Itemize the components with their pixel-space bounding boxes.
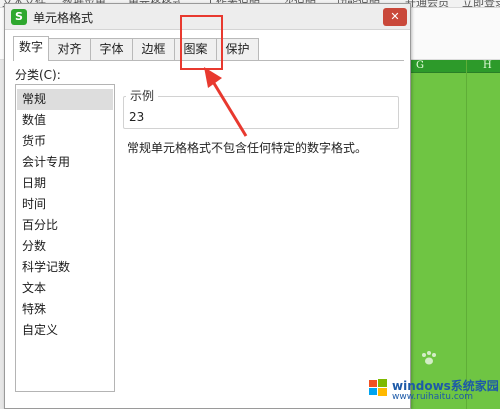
sample-value: 23 bbox=[129, 110, 145, 124]
menu-item[interactable]: 立即登录 bbox=[462, 0, 500, 7]
tab-number[interactable]: 数字 bbox=[13, 36, 49, 61]
wps-app-icon: S bbox=[11, 9, 27, 25]
column-header-g[interactable]: G bbox=[416, 60, 424, 71]
tab-panel-border bbox=[13, 60, 404, 61]
dialog-titlebar[interactable]: S 单元格格式 ✕ bbox=[5, 4, 410, 30]
tab-font[interactable]: 字体 bbox=[90, 38, 133, 60]
category-item-currency[interactable]: 货币 bbox=[17, 131, 113, 152]
category-item-date[interactable]: 日期 bbox=[17, 173, 113, 194]
category-label: 分类(C): bbox=[15, 68, 61, 82]
category-item-percentage[interactable]: 百分比 bbox=[17, 215, 113, 236]
format-cells-dialog: S 单元格格式 ✕ 数字 对齐 字体 边框 图案 保护 分类(C): 常规 数值… bbox=[4, 3, 411, 409]
sample-group bbox=[123, 96, 399, 129]
watermark-url: www.ruihaitu.com bbox=[392, 392, 474, 402]
category-item-special[interactable]: 特殊 bbox=[17, 299, 113, 320]
category-item-number[interactable]: 数值 bbox=[17, 110, 113, 131]
category-item-time[interactable]: 时间 bbox=[17, 194, 113, 215]
category-item-text[interactable]: 文本 bbox=[17, 278, 113, 299]
column-header-bar: G H bbox=[410, 60, 500, 73]
paw-watermark-icon bbox=[422, 351, 436, 365]
category-item-accounting[interactable]: 会计专用 bbox=[17, 152, 113, 173]
tab-pattern[interactable]: 图案 bbox=[174, 38, 217, 60]
sample-legend: 示例 bbox=[126, 87, 159, 104]
category-item-general[interactable]: 常规 bbox=[17, 89, 113, 110]
tab-border[interactable]: 边框 bbox=[132, 38, 175, 60]
category-item-scientific[interactable]: 科学记数 bbox=[17, 257, 113, 278]
site-watermark: windows系统家园 www.ruihaitu.com bbox=[368, 375, 499, 405]
close-icon: ✕ bbox=[390, 10, 400, 23]
column-header-h[interactable]: H bbox=[483, 60, 492, 71]
dialog-title: 单元格格式 bbox=[33, 11, 94, 25]
tab-protection[interactable]: 保护 bbox=[216, 38, 259, 60]
column-divider bbox=[466, 60, 467, 409]
windows-logo-icon bbox=[369, 379, 387, 396]
format-description: 常规单元格格式不包含任何特定的数字格式。 bbox=[127, 141, 368, 155]
category-item-fraction[interactable]: 分数 bbox=[17, 236, 113, 257]
menu-item[interactable]: 开通会员 bbox=[405, 0, 449, 7]
tab-alignment[interactable]: 对齐 bbox=[48, 38, 91, 60]
category-item-custom[interactable]: 自定义 bbox=[17, 320, 113, 341]
close-button[interactable]: ✕ bbox=[383, 8, 407, 26]
category-list[interactable]: 常规 数值 货币 会计专用 日期 时间 百分比 分数 科学记数 文本 特殊 自定… bbox=[15, 84, 115, 392]
